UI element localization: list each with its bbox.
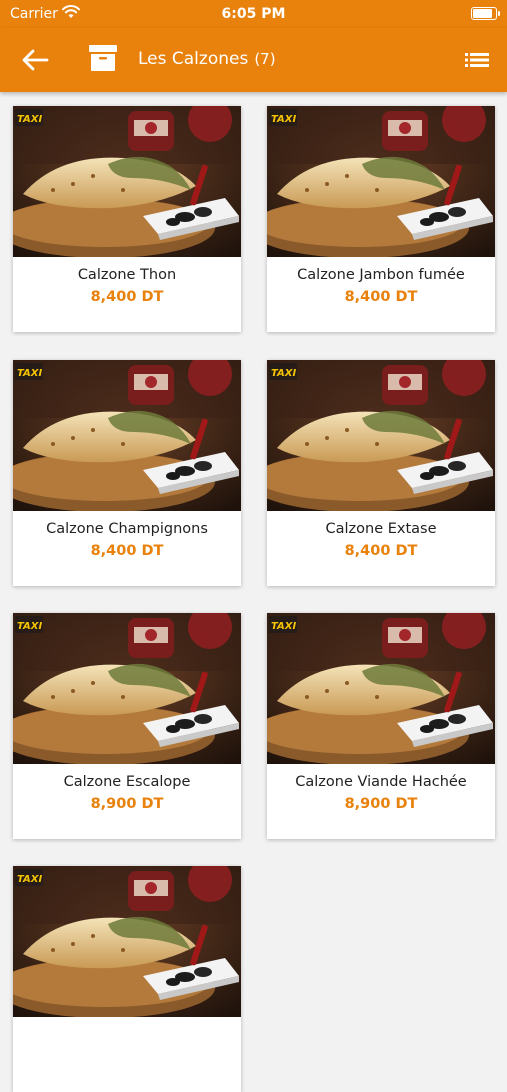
status-bar: Carrier 6:05 PM — [0, 0, 507, 28]
product-photo: TAXI — [13, 613, 241, 764]
product-price: 8,400 DT — [90, 289, 164, 305]
badge-text: TAXI — [17, 874, 42, 885]
product-price: 8,900 DT — [344, 796, 418, 812]
product-photo: TAXI — [13, 106, 241, 257]
product-photo: TAXI — [13, 360, 241, 511]
badge-text: TAXI — [271, 621, 296, 632]
badge-text: TAXI — [271, 368, 296, 379]
badge-text: TAXI — [17, 368, 42, 379]
product-name: Calzone Jambon fumée — [297, 267, 465, 283]
product-name: Calzone Extase — [325, 521, 437, 537]
product-card[interactable]: TAXI Calzone Champignons 8,400 DT — [13, 360, 241, 586]
product-price: 8,400 DT — [344, 289, 418, 305]
product-card[interactable]: TAXI Calzone Thon 8,400 DT — [13, 106, 241, 332]
product-price: 8,400 DT — [90, 543, 164, 559]
product-name: Calzone Viande Hachée — [295, 774, 467, 790]
battery-icon — [471, 7, 500, 20]
back-button[interactable] — [20, 48, 50, 72]
page-title-text: Les Calzones — [138, 49, 249, 69]
box-icon — [89, 45, 117, 71]
product-photo: TAXI — [13, 866, 241, 1017]
list-icon — [465, 53, 489, 67]
badge-text: TAXI — [271, 114, 296, 125]
product-card[interactable]: TAXI Calzone Viande Hachée 8,900 DT — [267, 613, 495, 839]
product-name: Calzone Thon — [77, 267, 177, 283]
list-view-button[interactable] — [465, 50, 489, 70]
product-name: Calzone Champignons — [46, 521, 208, 537]
product-photo: TAXI — [267, 613, 495, 764]
product-name: Calzone Escalope — [63, 774, 191, 790]
product-card[interactable]: TAXI Calzone Extase 8,400 DT — [267, 360, 495, 586]
product-price: 8,400 DT — [344, 543, 418, 559]
product-card[interactable]: TAXI Calzone Jambon fumée 8,400 DT — [267, 106, 495, 332]
page-title: Les Calzones (7) — [138, 49, 276, 69]
badge-text: TAXI — [17, 114, 42, 125]
product-photo: TAXI — [267, 360, 495, 511]
app-bar: Les Calzones (7) — [0, 28, 507, 92]
product-price: 8,900 DT — [90, 796, 164, 812]
item-count: (7) — [254, 50, 276, 68]
product-photo: TAXI — [267, 106, 495, 257]
clock: 6:05 PM — [221, 6, 286, 22]
badge-text: TAXI — [17, 621, 42, 632]
product-card[interactable]: TAXI Calzone Escalope 8,900 DT — [13, 613, 241, 839]
arrow-left-icon — [22, 49, 49, 71]
